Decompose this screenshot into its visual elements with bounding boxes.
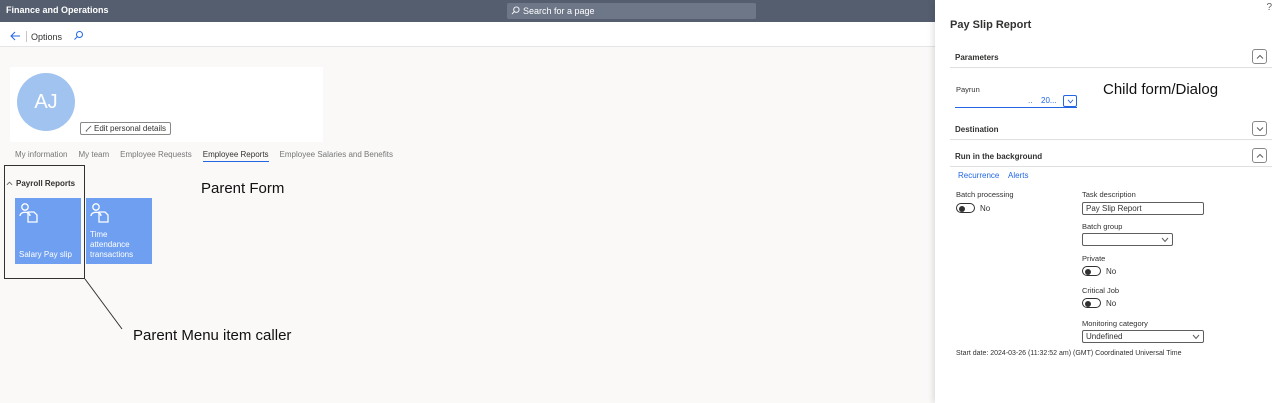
expand-button[interactable] bbox=[1252, 121, 1267, 136]
run-in-background-fasttab[interactable]: Run in the background bbox=[950, 145, 1272, 167]
chevron-down-icon bbox=[1192, 334, 1200, 340]
destination-fasttab[interactable]: Destination bbox=[950, 118, 1272, 140]
top-navigation-bar: Finance and Operations Search for a page bbox=[0, 0, 935, 22]
alerts-link[interactable]: Alerts bbox=[1008, 171, 1028, 180]
tile-label: Time attendance transactions bbox=[90, 230, 134, 259]
private-label: Private bbox=[1082, 254, 1106, 263]
avatar-initials: AJ bbox=[34, 90, 58, 113]
search-icon bbox=[511, 6, 520, 15]
batch-processing-value: No bbox=[980, 204, 991, 213]
search-icon[interactable] bbox=[73, 30, 84, 41]
pencil-icon bbox=[85, 125, 92, 132]
monitoring-category-label: Monitoring category bbox=[1082, 319, 1148, 328]
collapse-button[interactable] bbox=[1252, 49, 1267, 64]
action-pane: Options bbox=[0, 26, 935, 47]
task-description-label: Task description bbox=[1082, 190, 1136, 199]
tab-employee-reports[interactable]: Employee Reports bbox=[202, 150, 269, 162]
payrun-value: 20... bbox=[1041, 96, 1057, 105]
tab-my-information[interactable]: My information bbox=[15, 150, 67, 159]
critical-job-label: Critical Job bbox=[1082, 286, 1120, 295]
payrun-label: Payrun bbox=[956, 85, 980, 94]
parameters-fasttab[interactable]: Parameters bbox=[950, 46, 1272, 68]
chevron-down-icon bbox=[1161, 237, 1169, 243]
dialog-title: Pay Slip Report bbox=[950, 19, 1032, 31]
start-date-note: Start date: 2024-03-26 (11:32:52 am) (GM… bbox=[956, 350, 1182, 357]
edit-personal-details-label: Edit personal details bbox=[94, 124, 167, 133]
critical-job-value: No bbox=[1106, 299, 1117, 308]
payrun-lookup-dots: .. bbox=[1028, 96, 1033, 105]
back-arrow-icon[interactable] bbox=[9, 30, 21, 42]
page-search-box[interactable]: Search for a page bbox=[507, 3, 756, 19]
monitoring-category-value: Undefined bbox=[1086, 332, 1123, 341]
private-toggle[interactable] bbox=[1082, 266, 1101, 276]
chevron-down-icon bbox=[1256, 126, 1263, 131]
chevron-up-icon bbox=[1256, 153, 1263, 158]
critical-job-toggle[interactable] bbox=[1082, 298, 1101, 308]
edit-personal-details-button[interactable]: Edit personal details bbox=[80, 122, 172, 135]
workspace-tabs: My information My team Employee Requests… bbox=[15, 150, 393, 162]
command-separator bbox=[26, 31, 27, 42]
options-menu[interactable]: Options bbox=[31, 32, 62, 42]
annotation-parent-menu-item: Parent Menu item caller bbox=[133, 327, 292, 344]
fasttab-label: Destination bbox=[955, 125, 999, 134]
payrun-dropdown-button[interactable] bbox=[1063, 95, 1077, 107]
task-description-input[interactable]: Pay Slip Report bbox=[1082, 202, 1204, 215]
private-value: No bbox=[1106, 267, 1117, 276]
chevron-up-icon bbox=[1256, 54, 1263, 59]
batch-processing-toggle[interactable] bbox=[956, 203, 975, 213]
monitoring-category-select[interactable]: Undefined bbox=[1082, 330, 1204, 343]
fasttab-label: Run in the background bbox=[955, 152, 1043, 161]
batch-group-label: Batch group bbox=[1082, 222, 1123, 231]
avatar: AJ bbox=[17, 73, 75, 131]
tab-my-team[interactable]: My team bbox=[78, 150, 109, 159]
annotation-parent-form: Parent Form bbox=[201, 180, 285, 197]
fasttab-label: Parameters bbox=[955, 53, 999, 62]
tile-time-attendance-transactions[interactable]: Time attendance transactions bbox=[86, 198, 152, 264]
batch-group-select[interactable] bbox=[1082, 233, 1173, 246]
search-placeholder: Search for a page bbox=[523, 6, 595, 16]
annotation-highlight-box bbox=[4, 165, 85, 279]
recurrence-link[interactable]: Recurrence bbox=[958, 171, 999, 180]
help-button[interactable]: ? bbox=[1266, 2, 1272, 13]
collapse-button[interactable] bbox=[1252, 148, 1267, 163]
user-document-icon bbox=[90, 203, 109, 223]
payrun-field[interactable]: .. 20... bbox=[955, 95, 1077, 108]
annotation-child-form: Child form/Dialog bbox=[1103, 81, 1219, 98]
batch-processing-label: Batch processing bbox=[956, 190, 1014, 199]
tab-employee-salaries-benefits[interactable]: Employee Salaries and Benefits bbox=[280, 150, 393, 159]
tab-employee-requests[interactable]: Employee Requests bbox=[120, 150, 192, 159]
chevron-down-icon bbox=[1067, 99, 1074, 104]
app-title[interactable]: Finance and Operations bbox=[6, 5, 109, 15]
